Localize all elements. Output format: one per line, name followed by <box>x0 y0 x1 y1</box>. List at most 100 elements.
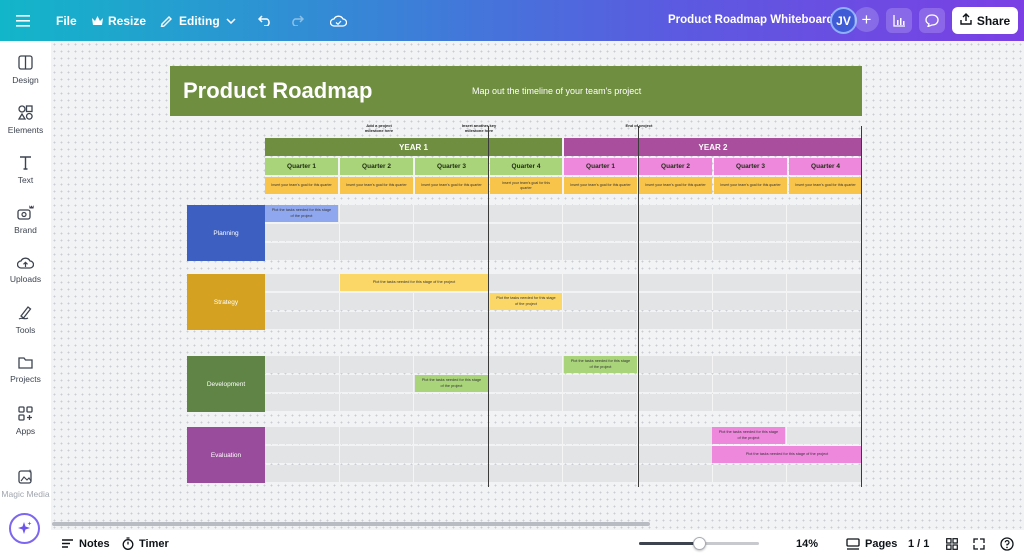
quarter-header: Quarter 4 <box>490 158 562 175</box>
sidebar-item-label: Elements <box>7 125 44 135</box>
undo-icon[interactable] <box>258 0 272 41</box>
sidebar-item-text[interactable]: Text <box>0 155 51 185</box>
year-header-1: YEAR 1 <box>265 138 562 156</box>
zoom-slider-fill <box>639 542 699 545</box>
projects-icon <box>18 357 33 369</box>
quarter-header: Quarter 3 <box>714 158 787 175</box>
quarter-header: Quarter 4 <box>789 158 862 175</box>
sidebar-item-uploads[interactable]: Uploads <box>0 255 51 284</box>
task-bar-evaluation[interactable]: Plot the tasks needed for this stage of … <box>712 446 862 463</box>
editing-label: Editing <box>179 13 220 28</box>
top-bar: File Resize Editing Product Roadmap Whit… <box>0 0 1024 41</box>
magic-assistant-button[interactable] <box>9 513 40 544</box>
sidebar-item-elements[interactable]: Elements <box>0 105 51 135</box>
task-bar-evaluation[interactable]: Plot the tasks needed for this stage of … <box>712 427 785 444</box>
sparkle-icon <box>18 521 32 534</box>
sidebar-item-magic-media[interactable]: Magic Media <box>0 469 51 499</box>
quarter-goal: Insert your team's goal for this quarter <box>340 177 413 194</box>
brand-icon <box>17 205 34 220</box>
insights-icon[interactable] <box>886 8 912 33</box>
task-bar-development[interactable]: Plot the tasks needed for this stage of … <box>415 375 488 392</box>
sidebar-item-label: Brand <box>14 225 37 235</box>
tools-icon <box>18 306 32 320</box>
quarter-goal: Insert your team's goal for this quarter <box>639 177 712 194</box>
pages-button[interactable]: Pages <box>846 530 897 557</box>
zoom-slider[interactable] <box>639 537 759 550</box>
notes-label: Notes <box>79 537 110 550</box>
resize-label: Resize <box>108 13 147 28</box>
category-planning: Planning <box>187 205 265 261</box>
milestone-label-1: Add a project milestone here <box>364 123 394 134</box>
grid-row <box>265 205 862 222</box>
sidebar-item-design[interactable]: Design <box>0 55 51 85</box>
timer-button[interactable]: Timer <box>122 530 169 557</box>
share-button[interactable]: Share <box>952 7 1018 34</box>
page-count: 1 / 1 <box>908 537 930 550</box>
grid-row <box>265 224 862 241</box>
quarter-header: Quarter 1 <box>564 158 637 175</box>
comment-icon[interactable] <box>919 8 945 33</box>
sidebar-item-label: Projects <box>10 374 41 384</box>
elements-icon <box>18 105 33 120</box>
grid-view-icon[interactable] <box>946 530 958 557</box>
quarter-header: Quarter 2 <box>340 158 413 175</box>
pages-icon <box>846 537 860 550</box>
document-title[interactable]: Product Roadmap Whiteboard <box>668 14 833 26</box>
roadmap-subtitle: Map out the timeline of your team's proj… <box>472 86 642 96</box>
resize-button[interactable]: Resize <box>92 0 146 41</box>
horizontal-scrollbar[interactable] <box>52 522 650 526</box>
redo-icon[interactable] <box>290 0 304 41</box>
grid-row <box>265 375 862 392</box>
help-icon[interactable] <box>1000 530 1014 557</box>
timer-icon <box>122 537 134 550</box>
grid-row <box>265 312 862 329</box>
zoom-level[interactable]: 14% <box>796 530 818 557</box>
category-strategy: Strategy <box>187 274 265 330</box>
quarter-goal: Insert your team's goal for this quarter <box>415 177 488 194</box>
uploads-icon <box>17 257 34 269</box>
pencil-icon <box>160 14 173 27</box>
fullscreen-icon[interactable] <box>973 530 985 557</box>
task-bar-development[interactable]: Plot the tasks needed for this stage of … <box>564 356 637 373</box>
cloud-saved-icon[interactable] <box>330 0 347 41</box>
design-icon <box>18 55 33 70</box>
editing-dropdown[interactable]: Editing <box>160 0 236 41</box>
bottom-bar: Notes Timer 14% Pages 1 / 1 <box>51 530 1024 557</box>
quarter-header: Quarter 3 <box>415 158 488 175</box>
sidebar-item-brand[interactable]: Brand <box>0 205 51 235</box>
quarter-goal: Insert your team's goal for this quarter <box>789 177 862 194</box>
menu-icon[interactable] <box>16 0 30 41</box>
notes-icon <box>62 539 73 548</box>
task-bar-strategy[interactable]: Plot the tasks needed for this stage of … <box>340 274 488 291</box>
file-menu[interactable]: File <box>56 0 77 41</box>
zoom-slider-handle[interactable] <box>692 537 706 550</box>
sidebar-item-label: Apps <box>15 426 36 436</box>
sidebar-item-apps[interactable]: Apps <box>0 406 51 436</box>
sidebar-item-label: Magic Media <box>1 489 50 499</box>
chevron-down-icon <box>226 17 236 24</box>
roadmap-board[interactable]: Product Roadmap Map out the timeline of … <box>170 66 862 490</box>
sidebar-item-label: Uploads <box>9 274 42 284</box>
sidebar-item-label: Design <box>12 75 39 85</box>
sidebar-item-label: Text <box>17 175 34 185</box>
sidebar-item-label: Tools <box>15 325 36 335</box>
grid-row <box>265 293 862 310</box>
sidebar-item-tools[interactable]: Tools <box>0 305 51 335</box>
magic-media-icon <box>18 469 32 484</box>
task-bar-strategy[interactable]: Plot the tasks needed for this stage of … <box>490 293 562 310</box>
quarter-header: Quarter 1 <box>265 158 338 175</box>
category-evaluation: Evaluation <box>187 427 265 483</box>
roadmap-title: Product Roadmap <box>183 78 373 103</box>
task-bar-planning[interactable]: Plot the tasks needed for this stage of … <box>265 205 338 222</box>
avatar[interactable]: JV <box>830 7 857 34</box>
add-collaborator-icon[interactable]: + <box>854 7 879 32</box>
quarter-goal: Insert your team's goal for this quarter <box>564 177 637 194</box>
quarter-goal: Insert your team's goal for this quarter <box>265 177 338 194</box>
quarter-goal: Insert your team's goal for this quarter <box>490 177 562 194</box>
sidebar-item-projects[interactable]: Projects <box>0 356 51 384</box>
notes-button[interactable]: Notes <box>61 530 110 557</box>
timer-label: Timer <box>139 537 169 550</box>
quarter-goal: Insert your team's goal for this quarter <box>714 177 787 194</box>
grid-row <box>265 243 862 260</box>
year-header-2: YEAR 2 <box>564 138 862 156</box>
